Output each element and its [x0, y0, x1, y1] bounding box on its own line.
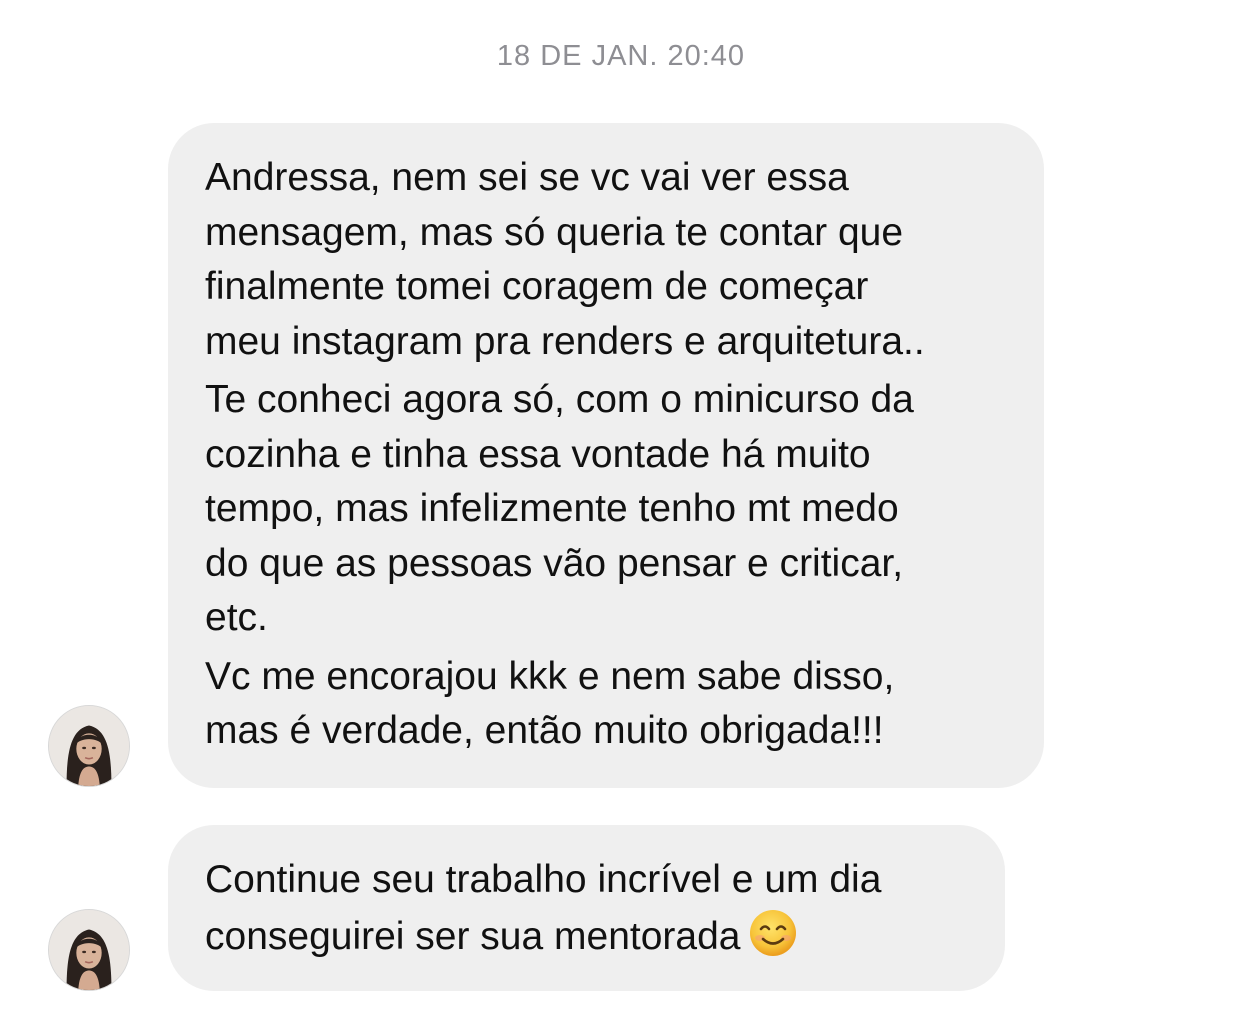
smiling-face-emoji-icon	[750, 909, 797, 956]
user-avatar-photo[interactable]	[48, 705, 130, 787]
message-paragraph: Continue seu trabalho incrível e um dia …	[205, 853, 969, 964]
message-line: conseguirei ser sua mentorada	[205, 914, 741, 958]
message-line: Vc me encorajou kkk e nem sabe disso,	[205, 654, 895, 698]
message-paragraph: Vc me encorajou kkk e nem sabe disso, ma…	[205, 650, 1008, 759]
thread-timestamp: 18 DE JAN. 20:40	[496, 40, 746, 72]
message-line: Te conheci agora só, com o minicurso da	[205, 378, 914, 421]
message-line: mensagem, mas só queria te contar que	[205, 210, 904, 254]
message-paragraph: Te conheci agora só, com o minicurso da …	[205, 373, 1008, 646]
message-line: mas é verdade, então muito obrigada!!!	[205, 709, 884, 752]
message-line: finalmente tomei coragem de começar	[205, 265, 869, 308]
message-line: meu instagram pra renders e arquitetura.…	[205, 319, 925, 363]
message-line: do que as pessoas vão pensar e criticar,	[205, 541, 904, 585]
message-bubble[interactable]: Andressa, nem sei se vc vai ver essa men…	[168, 123, 1044, 788]
message-line-with-emoji: conseguirei ser sua mentorada	[205, 908, 969, 965]
message-bubble[interactable]: Continue seu trabalho incrível e um dia …	[168, 825, 1005, 991]
message-line: etc.	[205, 596, 268, 639]
chat-screen: 18 DE JAN. 20:40 Andressa, nem sei se vc…	[0, 0, 1242, 1036]
message-line: tempo, mas infelizmente tenho mt medo	[205, 487, 899, 530]
message-line: Andressa, nem sei se vc vai ver essa	[205, 156, 849, 199]
avatar-portrait-icon	[49, 706, 129, 786]
message-line: Continue seu trabalho incrível e um dia	[205, 858, 882, 901]
message-paragraph: Andressa, nem sei se vc vai ver essa men…	[205, 151, 1008, 369]
user-avatar-photo[interactable]	[48, 909, 130, 991]
avatar-portrait-icon	[49, 910, 129, 990]
message-line: cozinha e tinha essa vontade há muito	[205, 432, 871, 476]
